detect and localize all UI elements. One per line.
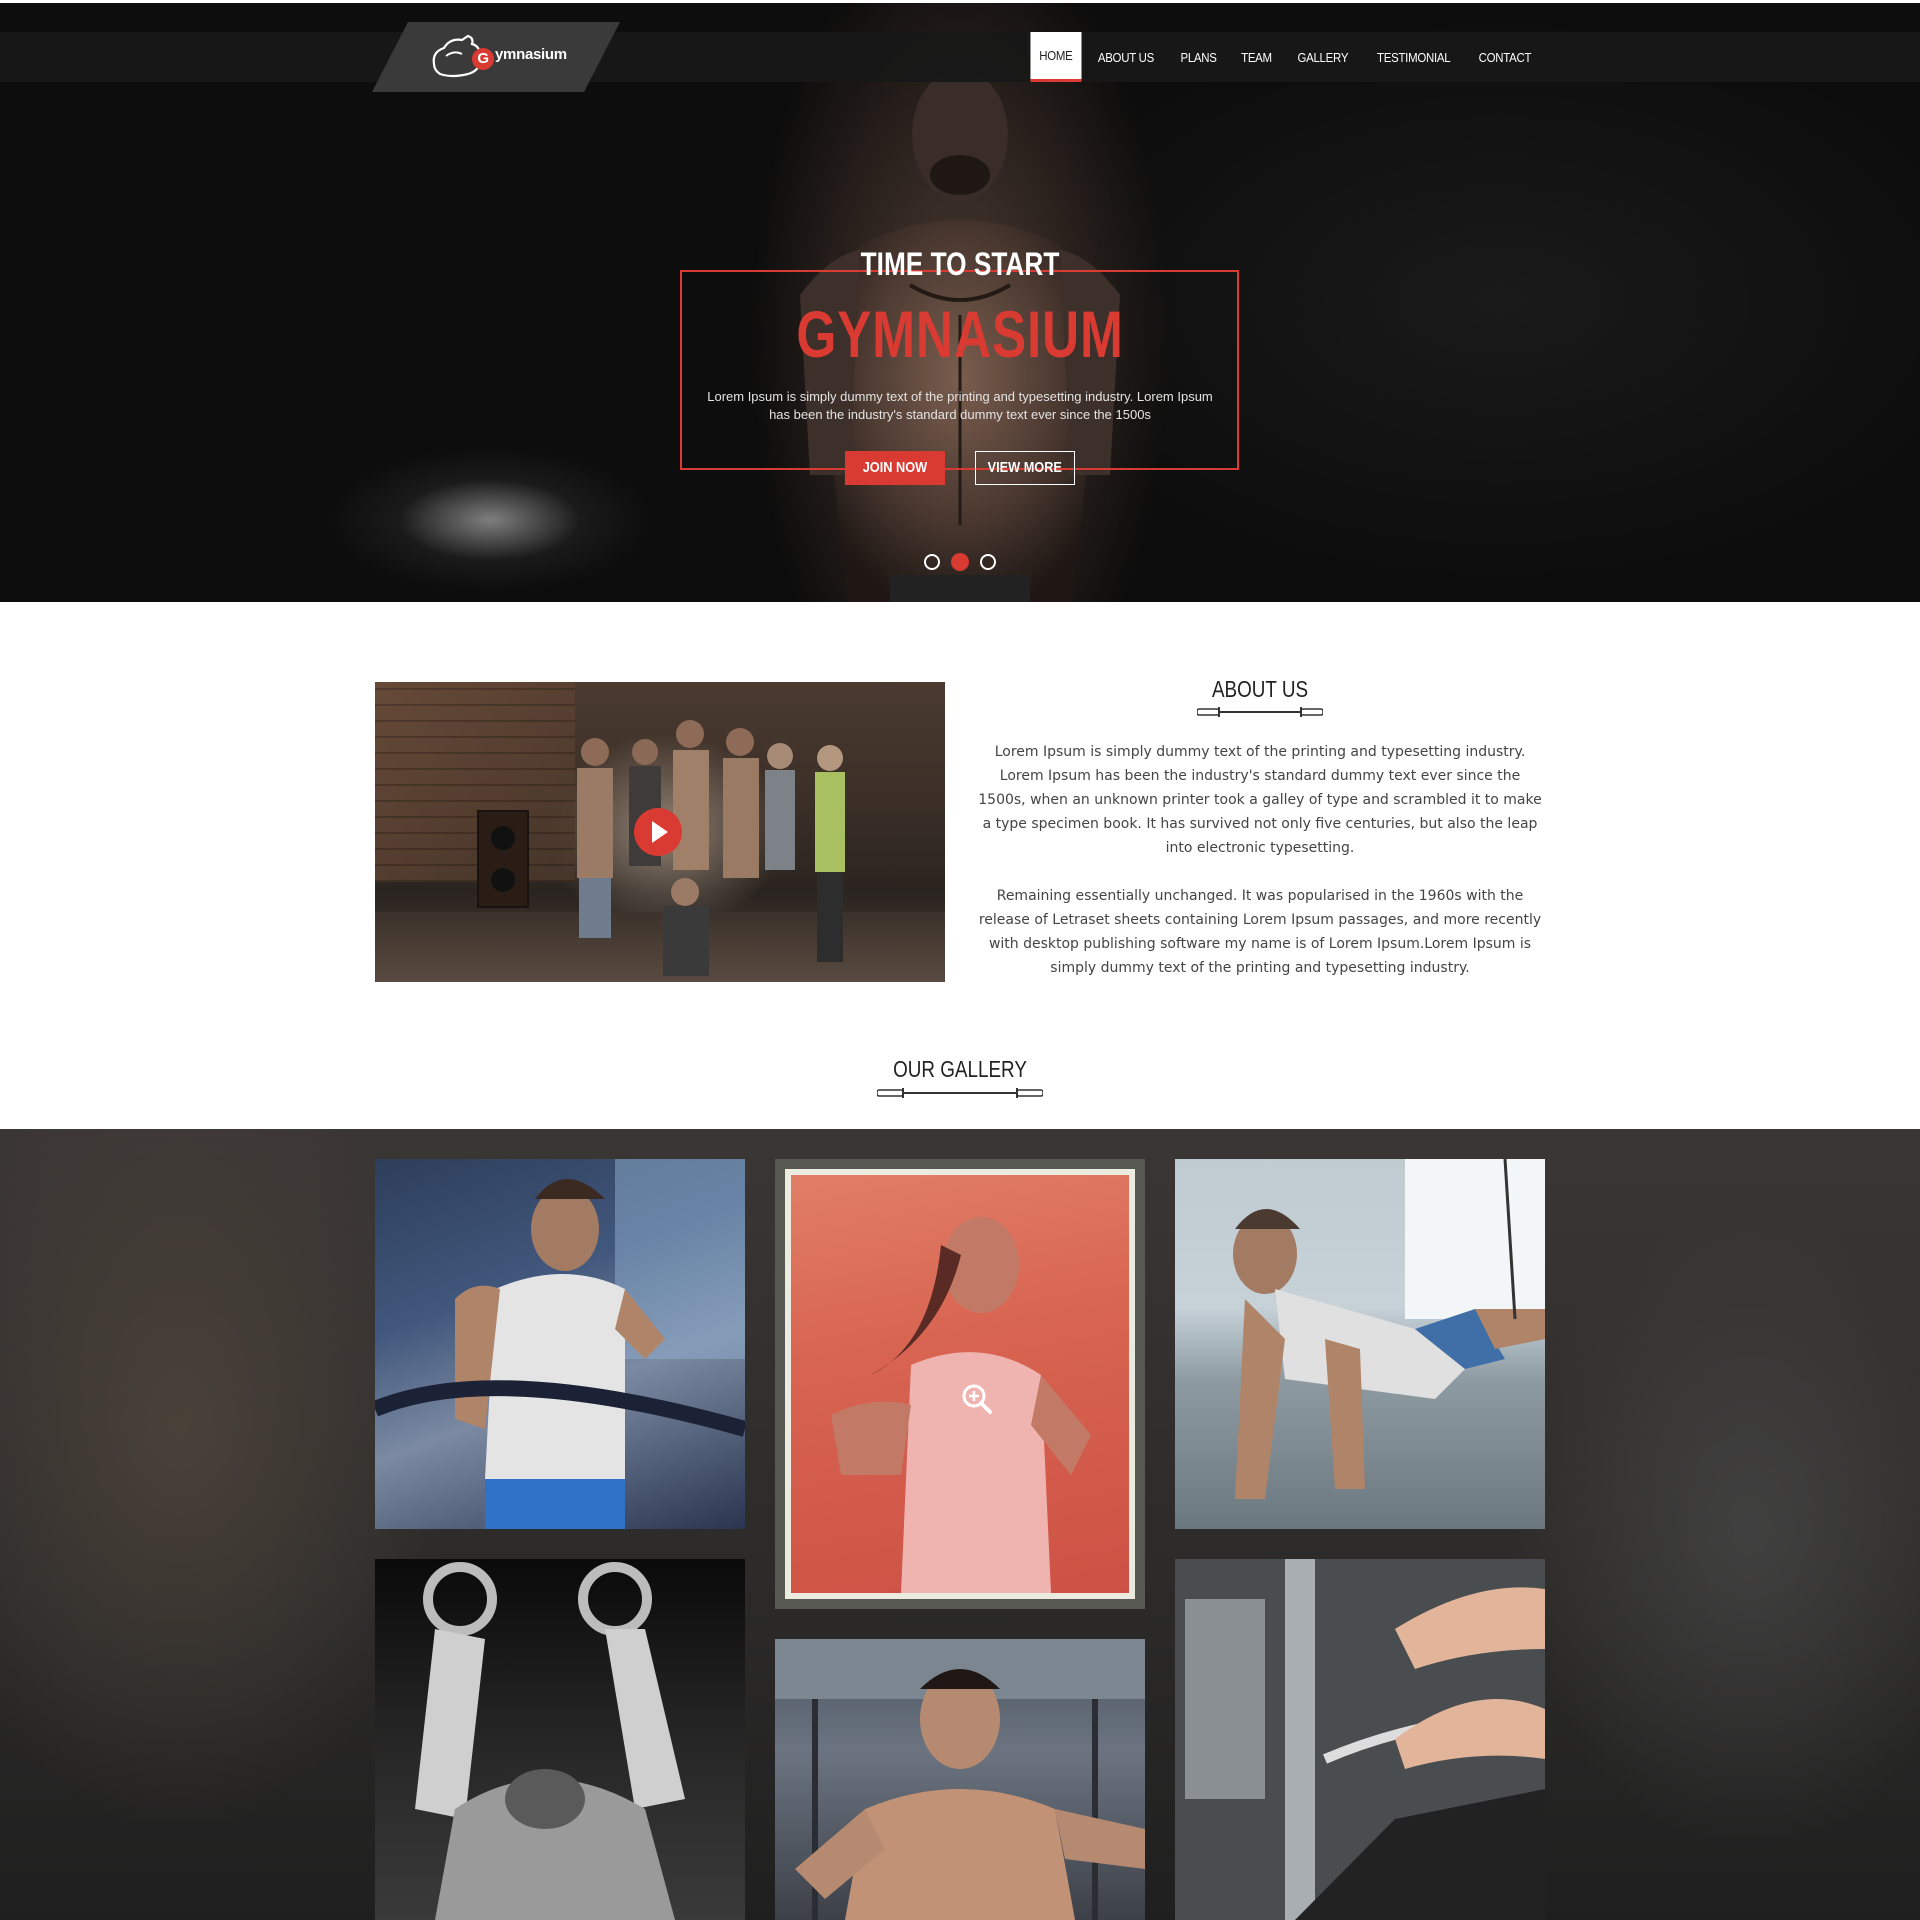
pushup-man-image xyxy=(1233,1159,1545,1499)
cable-machine-image xyxy=(1175,1559,1545,1920)
nav-gallery[interactable]: GALLERY xyxy=(1289,32,1357,82)
gallery-item-rings[interactable] xyxy=(375,1559,745,1920)
brick-wall xyxy=(375,682,575,882)
gallery-item-treadmill[interactable] xyxy=(375,1159,745,1529)
hero-brand: GYMNASIUM xyxy=(796,297,1124,371)
nav-home[interactable]: HOME xyxy=(1029,32,1081,82)
about-title: ABOUT US xyxy=(1211,676,1309,702)
slider-dot-3[interactable] xyxy=(980,554,996,570)
runner-image xyxy=(785,1169,1135,1599)
nav-plans[interactable]: PLANS xyxy=(1172,32,1226,82)
barbell-divider-icon xyxy=(877,1088,1043,1098)
navbar: HOME ABOUT US PLANS TEAM GALLERY TESTIMO… xyxy=(0,32,1920,82)
muscle-man-image xyxy=(775,1639,1145,1920)
gallery-title: OUR GALLERY xyxy=(893,1056,1027,1082)
nav-contact[interactable]: CONTACT xyxy=(1470,32,1540,82)
logo-wordmark: ymnasium xyxy=(495,46,567,63)
hero-title: TIME TO START xyxy=(860,246,1060,282)
about-video[interactable] xyxy=(375,682,945,982)
nav-testimonial[interactable]: TESTIMONIAL xyxy=(1368,32,1459,82)
gallery-item-pushup[interactable] xyxy=(1175,1159,1545,1529)
logo-initial: G xyxy=(472,48,494,70)
view-more-button[interactable]: VIEW MORE xyxy=(975,451,1075,485)
speaker-image xyxy=(477,810,529,908)
logo-text: Gymnasium xyxy=(472,46,567,70)
slider-dot-2[interactable] xyxy=(951,553,969,571)
treadmill-man-image xyxy=(375,1159,745,1529)
top-border xyxy=(0,0,1920,3)
about-paragraph-2: Remaining essentially unchanged. It was … xyxy=(978,888,1542,976)
nav-team[interactable]: TEAM xyxy=(1233,32,1281,82)
gallery-item-runner[interactable] xyxy=(775,1159,1145,1609)
nav-menu: HOME ABOUT US PLANS TEAM GALLERY TESTIMO… xyxy=(1027,32,1546,82)
hero-description: Lorem Ipsum is simply dummy text of the … xyxy=(707,389,1213,422)
view-more-label: VIEW MORE xyxy=(987,459,1063,476)
nav-about-us[interactable]: ABOUT US xyxy=(1089,32,1163,82)
zoom-in-icon[interactable] xyxy=(961,1383,993,1415)
hero-section: HOME ABOUT US PLANS TEAM GALLERY TESTIMO… xyxy=(0,0,1920,602)
join-now-button[interactable]: JOIN NOW xyxy=(845,451,945,485)
gallery-item-cable-machine[interactable] xyxy=(1175,1559,1545,1920)
about-paragraph-1: Lorem Ipsum is simply dummy text of the … xyxy=(978,744,1542,856)
logo[interactable]: Gymnasium xyxy=(372,22,620,92)
slider-dot-1[interactable] xyxy=(924,554,940,570)
group-photo xyxy=(577,720,845,976)
rings-woman-image xyxy=(415,1562,685,1920)
play-button[interactable] xyxy=(634,808,682,856)
about-text: Lorem Ipsum is simply dummy text of the … xyxy=(975,740,1545,980)
gallery-item-muscle-man[interactable] xyxy=(775,1639,1145,1920)
join-now-label: JOIN NOW xyxy=(862,459,928,476)
slider-dots xyxy=(924,553,996,571)
barbell-divider-icon xyxy=(1197,707,1323,717)
